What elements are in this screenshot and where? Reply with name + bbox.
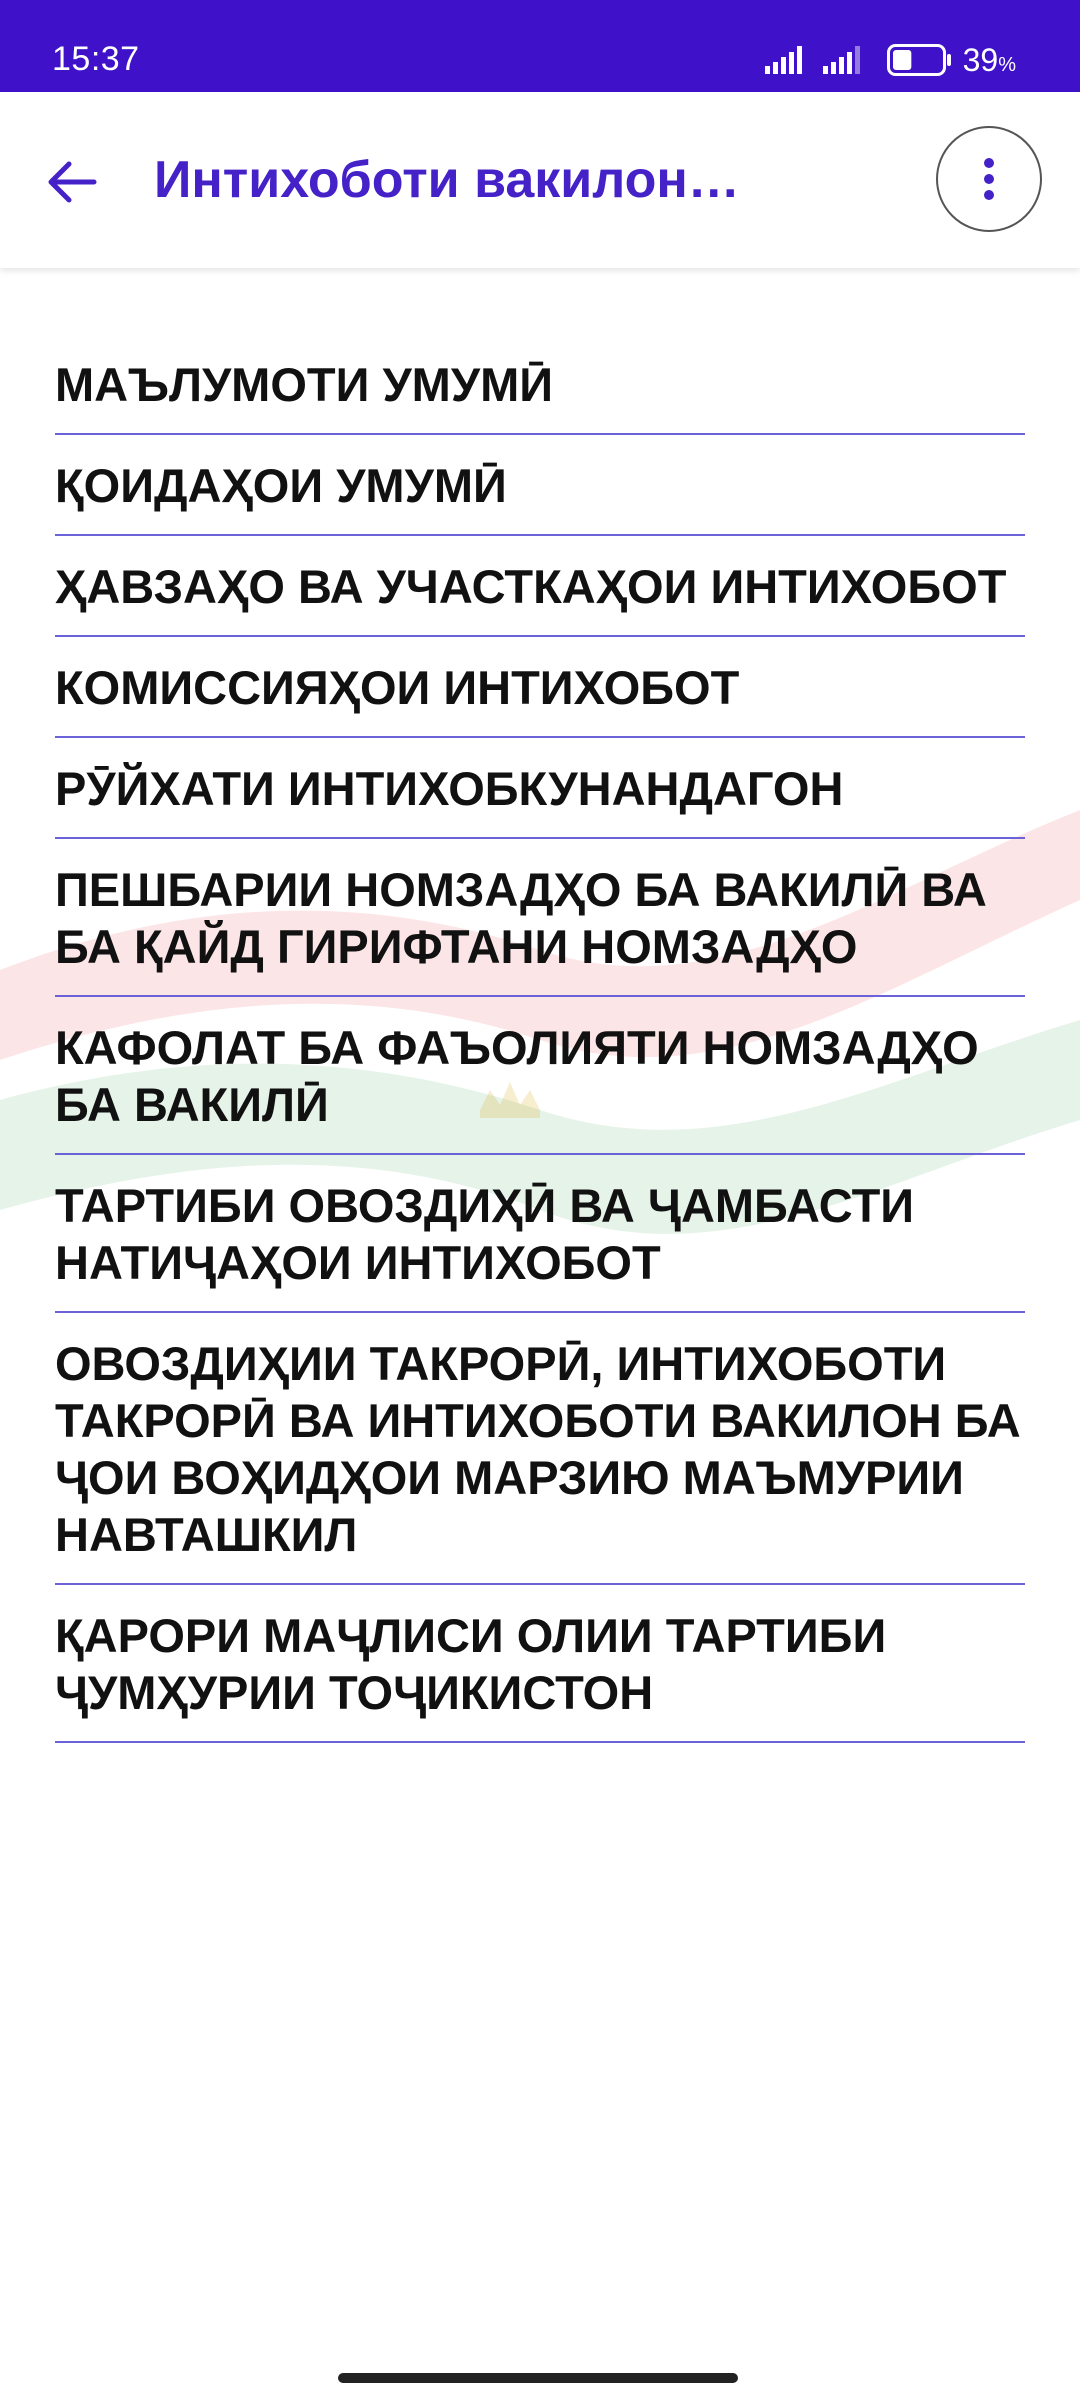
arrow-left-icon <box>48 161 97 203</box>
list-item[interactable]: ҚАРОРИ МАҶЛИСИ ОЛИИ ТАРТИБИ ҶУМҲУРИИ ТОҶ… <box>55 1585 1025 1743</box>
list-item-label: ҚАРОРИ МАҶЛИСИ ОЛИИ ТАРТИБИ ҶУМҲУРИИ ТОҶ… <box>55 1609 887 1719</box>
list-item[interactable]: ҚОИДАҲОИ УМУМӢ <box>55 435 1025 536</box>
list-item[interactable]: КОМИССИЯҲОИ ИНТИХОБОТ <box>55 637 1025 738</box>
more-options-button[interactable] <box>936 126 1042 232</box>
list-item[interactable]: ПЕШБАРИИ НОМЗАДҲО БА ВАКИЛӢ ВА БА ҚАЙД Г… <box>55 839 1025 997</box>
list-item[interactable]: ҲАВЗАҲО ВА УЧАСТКАҲОИ ИНТИХОБОТ <box>55 536 1025 637</box>
battery-percent: 39% <box>962 41 1016 78</box>
list-item-label: ҲАВЗАҲО ВА УЧАСТКАҲОИ ИНТИХОБОТ <box>55 560 1007 613</box>
status-time: 15:37 <box>52 40 140 78</box>
back-button[interactable] <box>36 146 108 218</box>
more-vertical-icon <box>984 158 994 200</box>
list-item-label: МАЪЛУМОТИ УМУМӢ <box>55 358 553 411</box>
list-item[interactable]: РӮЙХАТИ ИНТИХОБКУНАНДАГОН <box>55 738 1025 839</box>
list-item-label: ТАРТИБИ ОВОЗДИҲӢ ВА ҶАМБАСТИ НАТИҶАҲОИ И… <box>55 1179 915 1289</box>
list-item-label: КОМИССИЯҲОИ ИНТИХОБОТ <box>55 661 740 714</box>
list-item[interactable]: ОВОЗДИҲИИ ТАКРОРӢ, ИНТИХОБОТИ ТАКРОРӢ ВА… <box>55 1313 1025 1585</box>
list-item[interactable]: КАФОЛАТ БА ФАЪОЛИЯТИ НОМЗАДҲО БА ВАКИЛӢ <box>55 997 1025 1155</box>
battery-icon <box>886 44 951 76</box>
signal-icon-2 <box>822 46 860 74</box>
gesture-nav-handle[interactable] <box>338 2373 738 2383</box>
menu-list: МАЪЛУМОТИ УМУМӢ ҚОИДАҲОИ УМУМӢ ҲАВЗАҲО В… <box>55 330 1025 1743</box>
list-item[interactable]: ТАРТИБИ ОВОЗДИҲӢ ВА ҶАМБАСТИ НАТИҶАҲОИ И… <box>55 1155 1025 1313</box>
app-bar: Интихоботи вакилон… <box>0 92 1080 268</box>
page-title: Интихоботи вакилон… <box>154 151 740 209</box>
list-item-label: ОВОЗДИҲИИ ТАКРОРӢ, ИНТИХОБОТИ ТАКРОРӢ ВА… <box>55 1337 1021 1561</box>
list-item-label: ҚОИДАҲОИ УМУМӢ <box>55 459 507 512</box>
status-icons: 39% <box>764 40 1016 80</box>
status-bar: 15:37 39% <box>0 0 1080 92</box>
list-item-label: РӮЙХАТИ ИНТИХОБКУНАНДАГОН <box>55 762 844 815</box>
list-item-label: КАФОЛАТ БА ФАЪОЛИЯТИ НОМЗАДҲО БА ВАКИЛӢ <box>55 1021 979 1131</box>
list-item[interactable]: МАЪЛУМОТИ УМУМӢ <box>55 330 1025 435</box>
signal-icon <box>764 46 802 74</box>
list-item-label: ПЕШБАРИИ НОМЗАДҲО БА ВАКИЛӢ ВА БА ҚАЙД Г… <box>55 863 987 973</box>
